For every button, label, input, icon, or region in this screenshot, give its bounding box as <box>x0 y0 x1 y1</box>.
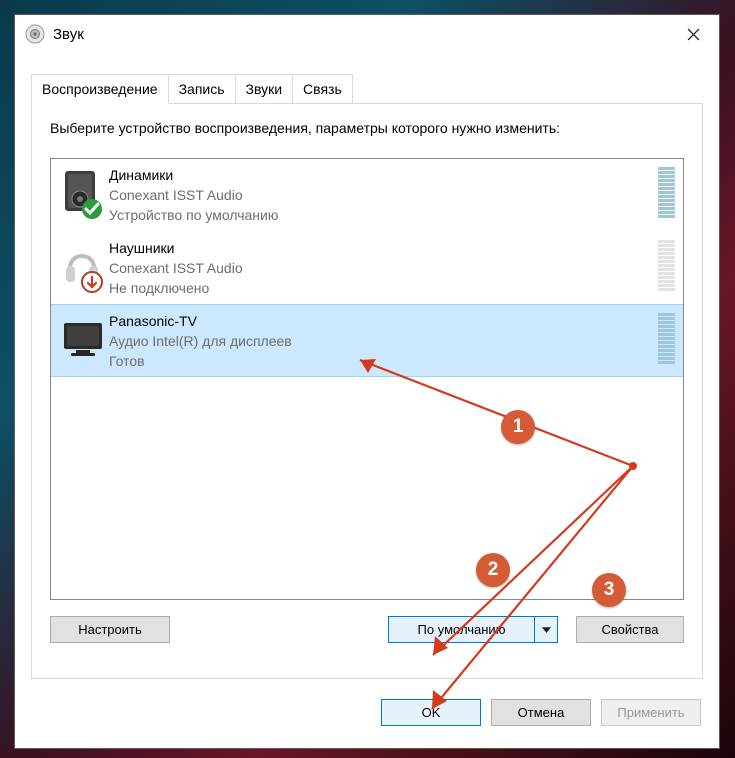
client-area: ВоспроизведениеЗаписьЗвукиСвязь Выберите… <box>31 73 703 732</box>
titlebar: Звук <box>15 15 719 53</box>
level-meter <box>658 313 675 365</box>
properties-button[interactable]: Свойства <box>576 616 684 643</box>
set-default-dropdown[interactable] <box>534 617 557 642</box>
device-driver: Аудио Intel(R) для дисплеев <box>109 331 652 351</box>
device-panasonic-tv[interactable]: Panasonic-TVАудио Intel(R) для дисплеевГ… <box>50 304 684 377</box>
ok-button[interactable]: OK <box>381 699 481 726</box>
chevron-down-icon <box>542 627 551 633</box>
device-status: Не подключено <box>109 278 652 298</box>
cancel-button[interactable]: Отмена <box>491 699 591 726</box>
configure-button[interactable]: Настроить <box>50 616 170 643</box>
tab-воспроизведение[interactable]: Воспроизведение <box>31 74 169 104</box>
device-driver: Conexant ISST Audio <box>109 185 652 205</box>
device-status: Готов <box>109 351 652 371</box>
tab-запись[interactable]: Запись <box>168 74 236 104</box>
set-default-label: По умолчанию <box>389 622 534 637</box>
window-title: Звук <box>53 26 671 43</box>
level-meter <box>658 167 675 219</box>
device-text: Panasonic-TVАудио Intel(R) для дисплеевГ… <box>105 311 652 371</box>
device-name: Panasonic-TV <box>109 311 652 331</box>
device-name: Наушники <box>109 238 652 258</box>
instruction-text: Выберите устройство воспроизведения, пар… <box>50 120 684 136</box>
annotation-badge-2: 2 <box>476 553 510 587</box>
set-default-button[interactable]: По умолчанию <box>388 616 558 643</box>
tab-strip: ВоспроизведениеЗаписьЗвукиСвязь <box>31 73 703 103</box>
device-status: Устройство по умолчанию <box>109 205 652 225</box>
device-text: ДинамикиConexant ISST AudioУстройство по… <box>105 165 652 225</box>
sound-dialog-window: Звук ВоспроизведениеЗаписьЗвукиСвязь Выб… <box>14 14 720 749</box>
sound-app-icon <box>25 24 45 44</box>
configure-row: Настроить По умолчанию Свойства <box>50 616 684 643</box>
headphones-icon <box>61 238 105 294</box>
device-name: Динамики <box>109 165 652 185</box>
close-icon <box>687 28 700 41</box>
tab-звуки[interactable]: Звуки <box>235 74 294 104</box>
level-meter <box>658 240 675 292</box>
close-button[interactable] <box>671 19 715 49</box>
annotation-arrow-origin <box>629 462 637 470</box>
speaker-icon <box>61 165 105 221</box>
annotation-badge-3: 3 <box>592 573 626 607</box>
dialog-button-row: OK Отмена Применить <box>31 699 703 726</box>
tv-icon <box>61 311 105 367</box>
device-динамики[interactable]: ДинамикиConexant ISST AudioУстройство по… <box>51 159 683 232</box>
annotation-badge-1: 1 <box>501 410 535 444</box>
device-list[interactable]: ДинамикиConexant ISST AudioУстройство по… <box>50 158 684 600</box>
apply-button[interactable]: Применить <box>601 699 701 726</box>
device-наушники[interactable]: НаушникиConexant ISST AudioНе подключено <box>51 232 683 305</box>
tab-связь[interactable]: Связь <box>292 74 353 104</box>
device-driver: Conexant ISST Audio <box>109 258 652 278</box>
device-text: НаушникиConexant ISST AudioНе подключено <box>105 238 652 298</box>
